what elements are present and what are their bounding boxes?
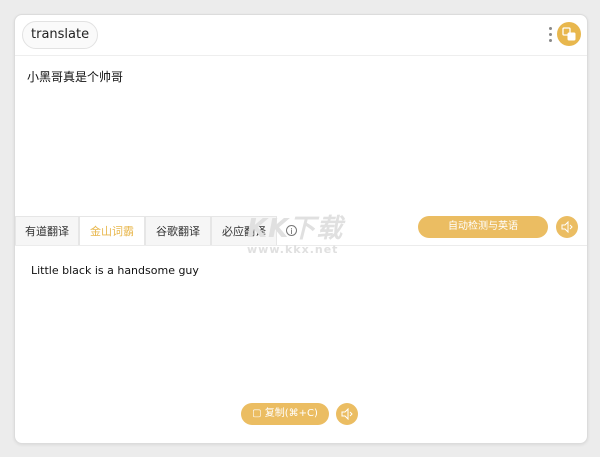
language-detect-button[interactable]: 自动检测与英语 bbox=[418, 216, 548, 238]
translator-window: translate 小黑哥真是个帅哥 有道翻译 金山词霸 谷歌翻译 必应翻译 i… bbox=[14, 14, 588, 444]
translation-result[interactable]: Little black is a handsome guy bbox=[31, 264, 199, 277]
source-speak-button[interactable] bbox=[556, 216, 578, 238]
more-vertical-icon[interactable] bbox=[549, 27, 553, 43]
speaker-icon bbox=[341, 408, 353, 420]
source-text[interactable]: 小黑哥真是个帅哥 bbox=[27, 68, 123, 85]
section-divider bbox=[15, 245, 587, 246]
top-bar: translate bbox=[15, 15, 587, 56]
info-icon[interactable]: i bbox=[286, 225, 297, 236]
tab-google[interactable]: 谷歌翻译 bbox=[145, 216, 211, 246]
speaker-icon bbox=[561, 221, 573, 233]
copy-icon: ▢ bbox=[252, 408, 262, 419]
copy-label: 复制(⌘+C) bbox=[264, 408, 318, 419]
tab-jinshan[interactable]: 金山词霸 bbox=[79, 216, 145, 246]
tab-bing[interactable]: 必应翻译 bbox=[211, 216, 277, 246]
query-pill[interactable]: translate bbox=[22, 21, 99, 49]
result-speak-button[interactable] bbox=[336, 403, 358, 425]
copy-button[interactable]: ▢ 复制(⌘+C) bbox=[241, 403, 329, 425]
translate-icon bbox=[562, 27, 576, 41]
translate-toggle-button[interactable] bbox=[557, 22, 581, 46]
tab-youdao[interactable]: 有道翻译 bbox=[15, 216, 79, 246]
